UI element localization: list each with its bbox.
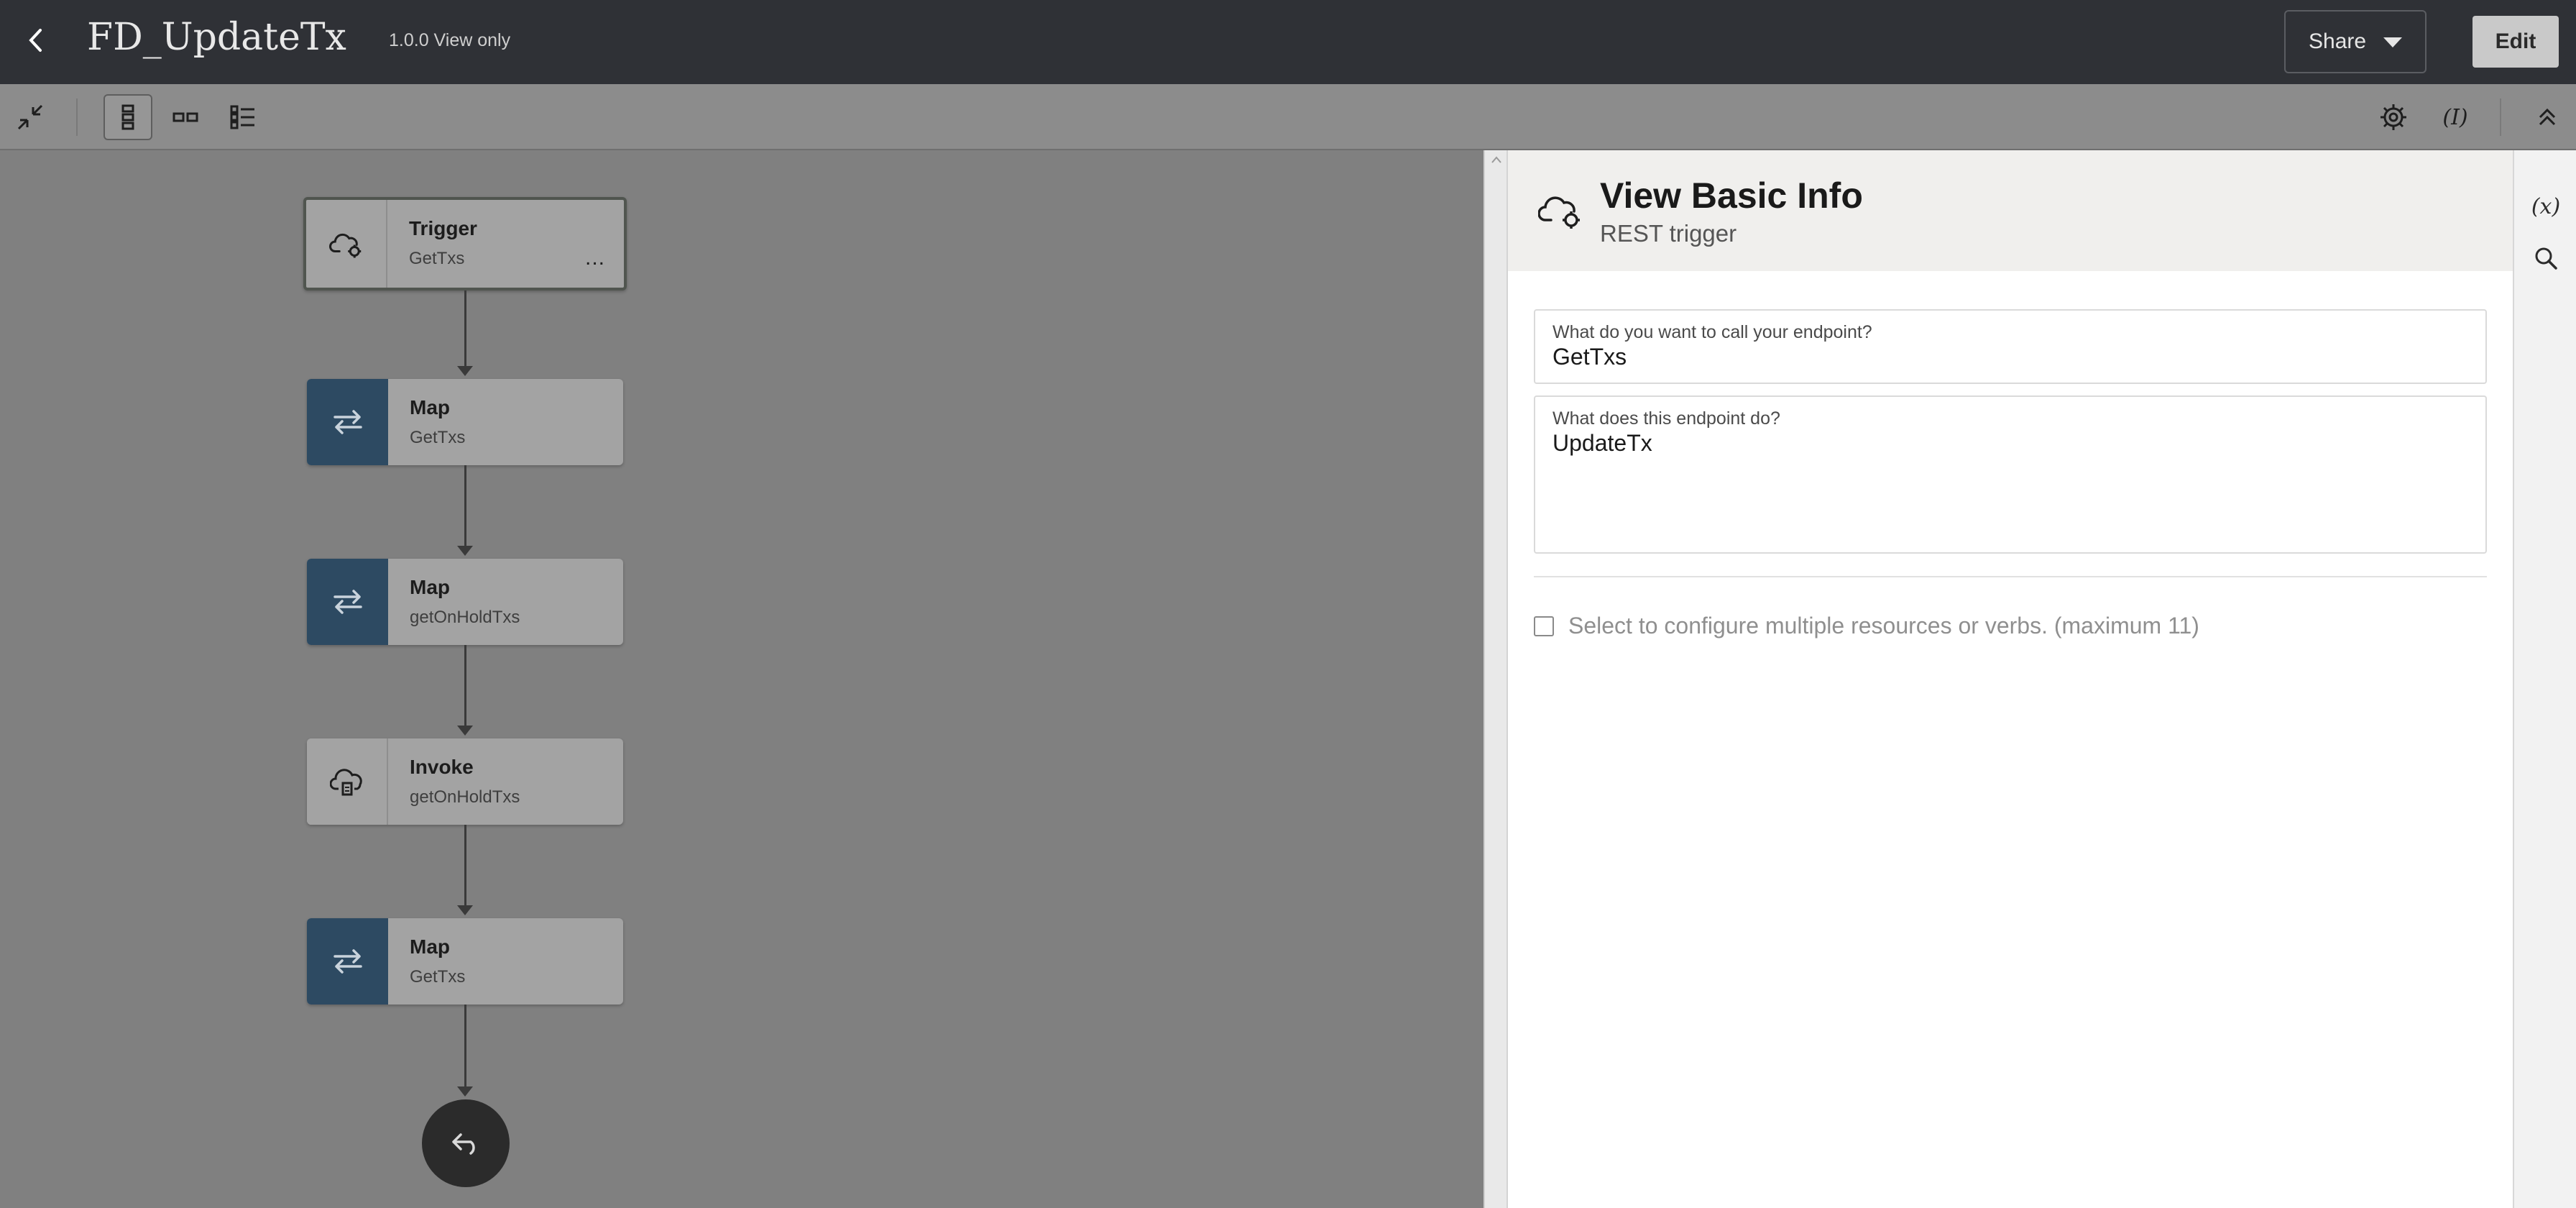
search-button[interactable]	[2524, 237, 2567, 280]
panel-header: View Basic Info REST trigger	[1508, 150, 2514, 271]
chevron-left-icon	[29, 29, 42, 52]
flow-connector	[464, 825, 466, 907]
flow-arrowhead	[457, 905, 473, 915]
flow-node-title: Map	[410, 396, 450, 418]
flow-node-trigger[interactable]: Trigger GetTxs...	[303, 197, 627, 290]
flow-node-map[interactable]: Map GetTxs	[307, 379, 623, 465]
return-arrow-icon	[452, 1133, 475, 1155]
flow-node-map[interactable]: Map getOnHoldTxs	[307, 559, 623, 645]
flow-node-body: Trigger GetTxs...	[387, 200, 624, 288]
endpoint-name-value[interactable]: GetTxs	[1552, 344, 1627, 370]
panel-divider	[1534, 576, 2487, 577]
gear-icon	[2380, 104, 2406, 130]
variables-button[interactable]: (x)	[2524, 185, 2567, 228]
flow-node-body: Map getOnHoldTxs	[388, 559, 623, 645]
collapse-arrows-icon	[17, 104, 43, 130]
horizontal-layout-button[interactable]	[161, 94, 210, 140]
flow-connector	[464, 290, 466, 367]
flow-node-subtitle: getOnHoldTxs	[410, 787, 520, 807]
vertical-layout-button[interactable]	[104, 94, 152, 140]
caret-up-icon	[1491, 156, 1501, 163]
panel-title: View Basic Info	[1600, 175, 1863, 216]
share-button[interactable]: Share	[2284, 10, 2426, 73]
flow-node-invoke[interactable]: Invoke getOnHoldTxs	[307, 738, 623, 825]
list-layout-button[interactable]	[218, 94, 267, 140]
endpoint-description-value[interactable]: UpdateTx	[1552, 430, 1652, 457]
flow-connector	[464, 645, 466, 727]
endpoint-name-label: What do you want to call your endpoint?	[1552, 322, 1872, 342]
chevron-double-up-icon	[2539, 108, 2556, 126]
flow-node-title: Map	[410, 576, 450, 598]
flow-node-title: Trigger	[409, 217, 477, 239]
flow-node-title: Map	[410, 935, 450, 958]
flow-arrowhead	[457, 1086, 473, 1097]
search-icon	[2535, 247, 2557, 270]
flow-node-subtitle: GetTxs	[410, 428, 466, 447]
edit-button[interactable]: Edit	[2472, 16, 2559, 68]
list-layout-icon	[230, 105, 254, 129]
flow-arrowhead	[457, 546, 473, 556]
swap-arrows-icon	[307, 379, 388, 465]
endpoint-description-label: What does this endpoint do?	[1552, 408, 1780, 429]
flow-connector	[464, 465, 466, 547]
flow-node-map[interactable]: Map GetTxs	[307, 918, 623, 1005]
app-header: FD_UpdateTx 1.0.0 View only Share Edit	[0, 0, 2576, 84]
flow-node-body: Map GetTxs	[388, 918, 623, 1005]
horizontal-layout-icon	[172, 112, 198, 122]
back-button[interactable]	[19, 20, 52, 60]
multiple-resources-option[interactable]: Select to configure multiple resources o…	[1534, 613, 2199, 639]
share-button-label: Share	[2309, 29, 2367, 53]
flow-canvas[interactable]: Trigger GetTxs... Map GetTxs Map getOnHoldTxs…	[0, 150, 1484, 1208]
cloud-gear-icon	[1538, 196, 1580, 229]
more-options-button[interactable]: ...	[585, 246, 605, 270]
cloud-gear-icon	[306, 200, 387, 288]
expression-button[interactable]: (I)	[2431, 94, 2480, 140]
vertical-layout-icon	[121, 104, 134, 130]
flow-node-body: Invoke getOnHoldTxs	[388, 738, 623, 825]
caret-down-icon	[2383, 37, 2402, 47]
collapse-button[interactable]	[6, 94, 55, 140]
cloud-file-icon	[307, 738, 388, 825]
swap-arrows-icon	[307, 559, 388, 645]
multiple-resources-label: Select to configure multiple resources o…	[1568, 613, 2199, 639]
panel-resize-edge[interactable]	[1484, 150, 1506, 1208]
details-panel: View Basic Info REST trigger What do you…	[1506, 150, 2514, 1208]
panel-subtitle: REST trigger	[1600, 220, 1737, 247]
flow-node-subtitle: getOnHoldTxs	[410, 608, 520, 627]
collapse-panel-button[interactable]	[2523, 94, 2572, 140]
settings-button[interactable]	[2369, 94, 2418, 140]
right-rail: (x)	[2513, 150, 2576, 1208]
page-title: FD_UpdateTx	[87, 16, 346, 59]
toolbar: (I)	[0, 84, 2576, 150]
version-label: 1.0.0 View only	[389, 30, 511, 50]
flow-arrowhead	[457, 366, 473, 376]
flow-connector	[464, 1005, 466, 1088]
toolbar-divider	[2500, 99, 2501, 136]
endpoint-description-field[interactable]: What does this endpoint do? UpdateTx	[1534, 395, 2487, 554]
multiple-resources-checkbox[interactable]	[1534, 616, 1554, 636]
flow-node-title: Invoke	[410, 756, 474, 778]
end-flow-button[interactable]	[422, 1099, 510, 1187]
toolbar-divider	[76, 99, 78, 136]
swap-arrows-icon	[307, 918, 388, 1005]
flow-arrowhead	[457, 726, 473, 736]
endpoint-name-field[interactable]: What do you want to call your endpoint? …	[1534, 309, 2487, 384]
flow-node-body: Map GetTxs	[388, 379, 623, 465]
flow-node-subtitle: GetTxs	[410, 967, 466, 987]
